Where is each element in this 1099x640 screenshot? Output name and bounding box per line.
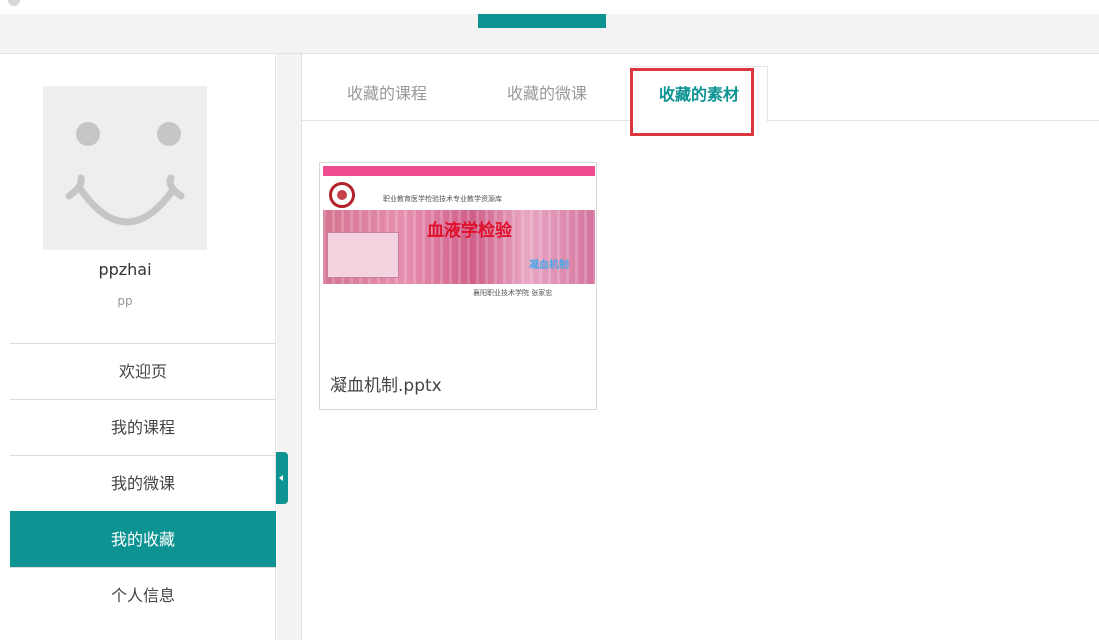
sidebar-menu: 欢迎页 我的课程 我的微课 我的收藏 个人信息 xyxy=(10,343,276,623)
lab-equipment-image xyxy=(327,232,399,278)
tab-favorite-microcourses[interactable]: 收藏的微课 xyxy=(482,66,612,121)
smiley-face-icon xyxy=(65,122,185,226)
sidebar-item-my-courses[interactable]: 我的课程 xyxy=(10,399,276,455)
nickname: pp xyxy=(117,294,133,308)
slide-title: 血液学检验 xyxy=(427,221,512,241)
slide-header-text: 职业教育医学检验技术专业教学资源库 xyxy=(383,195,502,203)
layout-gutter xyxy=(277,54,301,640)
tab-favorite-materials[interactable]: 收藏的素材 xyxy=(630,66,768,122)
username: ppzhai xyxy=(98,260,152,279)
slide-top-bar xyxy=(323,166,595,176)
favorites-tabs: 收藏的课程 收藏的微课 收藏的素材 xyxy=(302,66,1099,122)
sidebar-collapse-button[interactable] xyxy=(276,452,288,504)
school-logo-icon xyxy=(329,182,355,208)
top-navigation-bar xyxy=(0,0,1099,54)
tab-favorite-courses[interactable]: 收藏的课程 xyxy=(332,66,442,121)
material-card[interactable]: 职业教育医学检验技术专业教学资源库 血液学检验 凝血机制 襄阳职业技术学院 张家… xyxy=(319,162,597,410)
sidebar-item-my-favorites[interactable]: 我的收藏 xyxy=(10,511,276,567)
sidebar-item-my-microcourses[interactable]: 我的微课 xyxy=(10,455,276,511)
chevron-left-icon xyxy=(279,475,283,481)
sidebar-item-personal-info[interactable]: 个人信息 xyxy=(10,567,276,623)
material-thumbnail: 职业教育医学检验技术专业教学资源库 血液学检验 凝血机制 襄阳职业技术学院 张家… xyxy=(323,166,595,300)
top-strip xyxy=(0,0,1099,14)
main-content: 收藏的课程 收藏的微课 收藏的素材 职业教育医学检验技术专业教学资源库 血液学检… xyxy=(301,54,1099,640)
user-sidebar: ppzhai pp 欢迎页 我的课程 我的微课 我的收藏 个人信息 xyxy=(0,54,276,640)
slide-subtitle: 凝血机制 xyxy=(529,260,569,271)
avatar xyxy=(43,86,207,250)
slide-footer-text: 襄阳职业技术学院 张家忠 xyxy=(473,289,553,297)
slide-banner: 血液学检验 凝血机制 xyxy=(323,210,595,284)
active-top-nav-indicator[interactable] xyxy=(478,14,606,28)
material-filename[interactable]: 凝血机制.pptx xyxy=(330,371,442,396)
sidebar-item-welcome[interactable]: 欢迎页 xyxy=(10,343,276,399)
